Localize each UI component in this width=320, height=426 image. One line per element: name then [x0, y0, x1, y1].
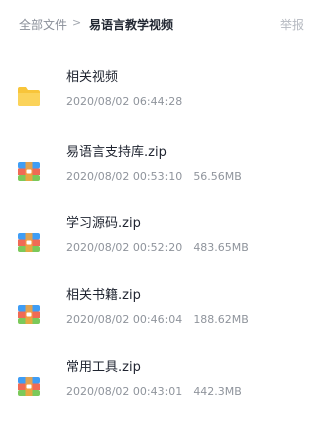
file-meta: 2020/08/02 00:52:20 483.65MB [66, 241, 249, 255]
file-date: 2020/08/02 00:46:04 [66, 313, 183, 326]
file-date: 2020/08/02 00:52:20 [66, 241, 183, 254]
file-name: 学习源码.zip [66, 216, 141, 231]
top-bar: 全部文件 > 易语言教学视频 举报 [0, 0, 319, 48]
file-size: 442.3MB [193, 385, 242, 398]
breadcrumb-separator: > [72, 16, 82, 29]
breadcrumb-root-link[interactable]: 全部文件 [19, 16, 67, 33]
file-size: 188.62MB [193, 313, 249, 326]
zip-archive-icon [17, 374, 41, 398]
file-meta: 2020/08/02 06:44:28 [66, 95, 182, 109]
file-list-item[interactable]: 相关视频 2020/08/02 06:44:28 [0, 70, 319, 134]
file-list-page: 全部文件 > 易语言教学视频 举报 相关视频 2020/08/02 06:44:… [0, 0, 319, 426]
zip-archive-icon [17, 159, 41, 183]
file-date: 2020/08/02 00:53:10 [66, 170, 183, 183]
breadcrumb-current-folder: 易语言教学视频 [89, 18, 174, 32]
file-list-item[interactable]: 学习源码.zip 2020/08/02 00:52:20 483.65MB [0, 216, 319, 280]
folder-icon [17, 84, 41, 108]
file-size: 483.65MB [193, 241, 249, 254]
file-name: 相关书籍.zip [66, 288, 141, 303]
file-date: 2020/08/02 06:44:28 [66, 95, 183, 108]
file-meta: 2020/08/02 00:53:10 56.56MB [66, 170, 242, 184]
file-meta: 2020/08/02 00:46:04 188.62MB [66, 313, 249, 327]
file-date: 2020/08/02 00:43:01 [66, 385, 183, 398]
file-name: 相关视频 [66, 70, 119, 85]
report-link[interactable]: 举报 [280, 16, 304, 33]
file-name: 易语言支持库.zip [66, 145, 167, 160]
zip-archive-icon [17, 302, 41, 326]
file-meta: 2020/08/02 00:43:01 442.3MB [66, 385, 242, 399]
file-list-item[interactable]: 常用工具.zip 2020/08/02 00:43:01 442.3MB [0, 360, 319, 424]
zip-archive-icon [17, 230, 41, 254]
file-size: 56.56MB [193, 170, 242, 183]
file-list-item[interactable]: 易语言支持库.zip 2020/08/02 00:53:10 56.56MB [0, 145, 319, 209]
file-list-item[interactable]: 相关书籍.zip 2020/08/02 00:46:04 188.62MB [0, 288, 319, 352]
file-name: 常用工具.zip [66, 360, 141, 375]
